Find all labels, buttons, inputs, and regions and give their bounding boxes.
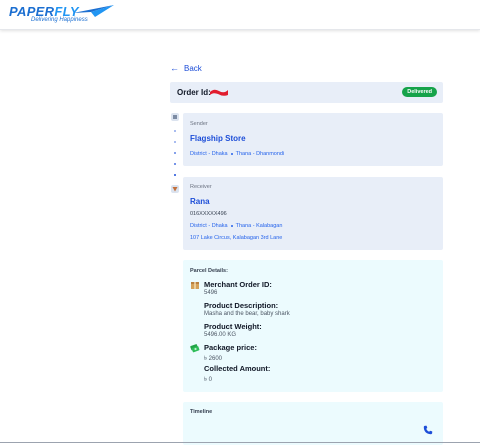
receiver-thana: Thana - Kalabagan xyxy=(235,223,283,229)
route-dot xyxy=(174,152,176,154)
back-label: Back xyxy=(184,63,202,73)
paperfly-logo[interactable]: PAPERFLY Delivering Happiness xyxy=(9,4,114,28)
sender-thana: Thana - Dhanmondi xyxy=(235,151,285,157)
parcel-details-title: Parcel Details: xyxy=(190,268,228,274)
product-weight-value: 5496.00 KG xyxy=(204,332,237,338)
route-tracker xyxy=(170,112,180,198)
receiver-district: District - Dhaka xyxy=(190,223,228,229)
status-badge: Delivered xyxy=(402,87,437,97)
parcel-details-card: Parcel Details: Merchant Order ID: 5496 … xyxy=(183,260,443,392)
sender-caption: Sender xyxy=(190,121,208,127)
paper-plane-icon xyxy=(73,5,114,17)
route-dot xyxy=(174,163,176,165)
destination-icon xyxy=(171,185,179,193)
receiver-phone: 016XXXXX496 xyxy=(190,211,227,217)
timeline-card: Timeline xyxy=(183,402,443,445)
route-dot xyxy=(174,174,176,176)
package-icon xyxy=(191,282,199,289)
product-description-label: Product Description: xyxy=(204,301,279,310)
route-dot xyxy=(174,141,176,143)
package-price-value: ৳ 2600 xyxy=(204,356,223,362)
sender-name[interactable]: Flagship Store xyxy=(190,134,246,143)
collected-amount-value: ৳ 0 xyxy=(204,377,212,383)
receiver-caption: Receiver xyxy=(190,184,212,190)
receiver-location: District - Dhaka Thana - Kalabagan xyxy=(190,223,282,229)
package-price-row: Package price: ৳ 2600 xyxy=(204,343,257,364)
page-bottom-divider xyxy=(0,442,480,443)
order-id-bar: Order Id: Delivered xyxy=(170,82,443,103)
origin-icon xyxy=(171,113,179,121)
sender-card: Sender Flagship Store District - Dhaka Th… xyxy=(183,113,443,166)
collected-amount-row: Collected Amount: ৳ 0 xyxy=(204,364,270,385)
merchant-order-id-label: Merchant Order ID: xyxy=(204,280,272,289)
sender-district: District - Dhaka xyxy=(190,151,228,157)
merchant-order-id-value: 5496 xyxy=(204,290,218,296)
header-bar: PAPERFLY Delivering Happiness xyxy=(0,0,480,30)
sender-location: District - Dhaka Thana - Dhanmondi xyxy=(190,151,284,157)
back-link[interactable]: ← Back xyxy=(170,63,202,73)
product-description-value: Masha and the bear, baby shark xyxy=(204,311,290,317)
arrow-left-icon: ← xyxy=(170,63,179,73)
product-weight-label: Product Weight: xyxy=(204,322,262,331)
money-icon xyxy=(190,344,200,353)
receiver-address: 107 Lake Circus, Kalabagan 3rd Lane xyxy=(190,235,283,241)
redaction-mark xyxy=(210,89,228,96)
receiver-name[interactable]: Rana xyxy=(190,197,210,206)
collected-amount-label: Collected Amount: xyxy=(204,364,271,373)
product-weight-row: Product Weight: 5496.00 KG xyxy=(204,322,262,338)
timeline-title: Timeline xyxy=(190,409,213,415)
package-price-label: Package price: xyxy=(204,343,257,352)
route-dot xyxy=(174,130,176,132)
order-id-label: Order Id: xyxy=(177,88,211,97)
receiver-card: Receiver Rana 016XXXXX496 District - Dha… xyxy=(183,177,443,250)
merchant-order-id-row: Merchant Order ID: 5496 xyxy=(204,280,272,296)
product-description-row: Product Description: Masha and the bear,… xyxy=(204,301,290,317)
phone-icon[interactable] xyxy=(423,425,433,435)
